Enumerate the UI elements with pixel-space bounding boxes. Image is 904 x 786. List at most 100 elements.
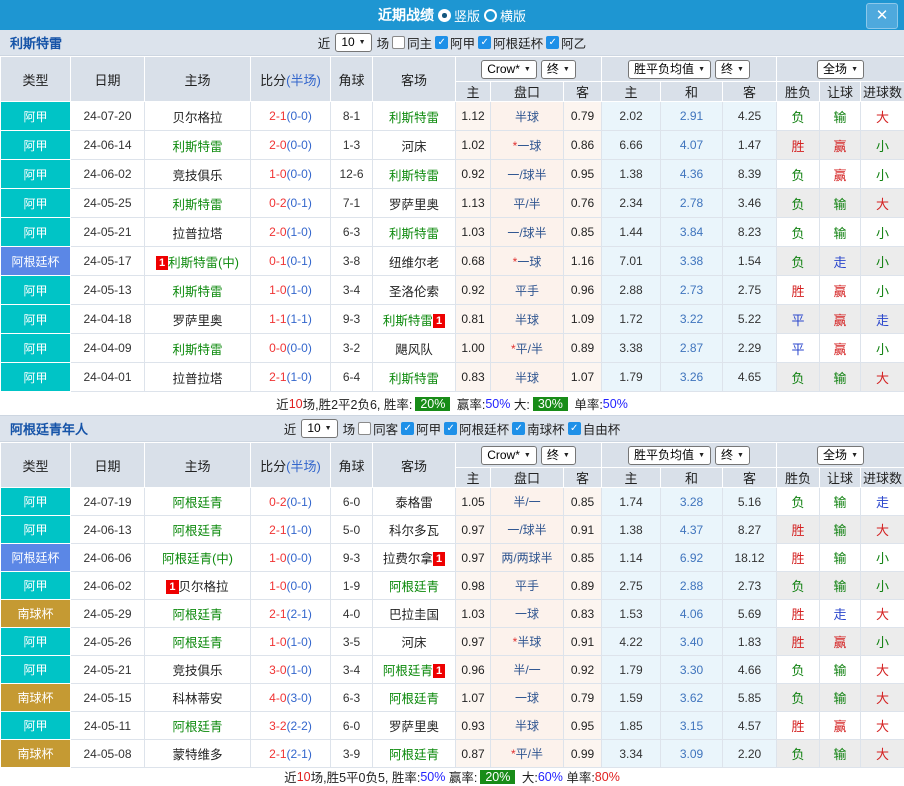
team-name-link[interactable]: 泰格雷 [395, 496, 433, 510]
filter-checkbox[interactable]: ✓阿甲 [435, 33, 475, 52]
column-header: 角球 [331, 57, 373, 102]
result-outcome-cell: 平 [777, 334, 820, 363]
team-name-link[interactable]: 阿根廷青 [172, 608, 222, 622]
filter-checkbox[interactable]: ✓阿根廷杯 [444, 419, 509, 438]
team-name-link[interactable]: 拉普拉塔 [172, 372, 222, 386]
filter-checkbox[interactable]: ✓阿乙 [546, 33, 586, 52]
radio-landscape[interactable]: 横版 [484, 6, 526, 25]
odds-home-cell: 0.97 [456, 628, 491, 656]
team-name-link[interactable]: 利斯特雷 [389, 111, 439, 125]
avg-home-cell: 2.02 [602, 102, 661, 131]
team-name-link[interactable]: 拉费尔拿 [383, 552, 433, 566]
team-name-link[interactable]: 阿根廷青 [389, 692, 439, 706]
team-name-link[interactable]: 利斯特雷(中) [168, 256, 239, 270]
result-goals-cell: 小 [861, 572, 904, 600]
team-name-link[interactable]: 利斯特雷 [389, 169, 439, 183]
checkbox-checked-icon[interactable]: ✓ [512, 422, 525, 435]
radio-portrait[interactable]: 竖版 [438, 6, 480, 25]
checkbox-checked-icon[interactable]: ✓ [435, 36, 448, 49]
filter-checkbox[interactable]: 同客 [358, 419, 398, 438]
handicap-cell: *平/半 [491, 740, 564, 768]
odds-company-select[interactable]: Crow*▼ [481, 446, 537, 465]
odds-home-cell: 0.96 [456, 656, 491, 684]
checkbox-checked-icon[interactable]: ✓ [568, 422, 581, 435]
team-name-link[interactable]: 蒙特维多 [172, 748, 222, 762]
team-name-link[interactable]: 阿根廷青 [172, 524, 222, 538]
filter-checkbox[interactable]: ✓阿根廷杯 [478, 33, 543, 52]
avg-draw-cell: 2.88 [661, 572, 723, 600]
team-name-link[interactable]: 飓风队 [395, 343, 433, 357]
rank-badge: 1 [166, 580, 178, 594]
checkbox-checked-icon[interactable]: ✓ [478, 36, 491, 49]
score-cell: 0-2(0-1) [251, 488, 331, 516]
odds-stage-select[interactable]: 终▼ [541, 60, 576, 79]
team-name-link[interactable]: 利斯特雷 [172, 198, 222, 212]
team-name-link[interactable]: 阿根廷青 [172, 720, 222, 734]
match-row: 南球杯24-05-08蒙特维多2-1(2-1)3-9阿根廷青0.87*平/半0.… [1, 740, 904, 768]
corner-cell: 6-3 [331, 218, 373, 247]
team-name-link[interactable]: 科林蒂安 [172, 692, 222, 706]
team-name-link[interactable]: 贝尔格拉 [172, 111, 222, 125]
team-name-link[interactable]: 阿根廷青 [383, 664, 433, 678]
team-name-link[interactable]: 利斯特雷 [389, 227, 439, 241]
filter-checkbox[interactable]: ✓自由杯 [568, 419, 621, 438]
odds-company-select[interactable]: Crow*▼ [481, 60, 537, 79]
checkbox-checked-icon[interactable]: ✓ [401, 422, 414, 435]
team-name-link[interactable]: 阿根廷青 [172, 496, 222, 510]
team-name-link[interactable]: 巴拉圭国 [389, 608, 439, 622]
team-name-link[interactable]: 贝尔格拉 [179, 580, 229, 594]
close-icon[interactable]: ✕ [866, 3, 898, 29]
checkbox-checked-icon[interactable]: ✓ [444, 422, 457, 435]
avg-type-select[interactable]: 胜平负均值▼ [628, 60, 711, 79]
avg-stage-select[interactable]: 终▼ [715, 60, 750, 79]
team-name-link[interactable]: 罗萨里奥 [172, 314, 222, 328]
team-name-link[interactable]: 圣洛伦索 [389, 285, 439, 299]
team-name-link[interactable]: 利斯特雷 [383, 314, 433, 328]
home-team-cell: 阿根廷青 [145, 628, 251, 656]
checkbox-unchecked-icon[interactable] [358, 422, 371, 435]
subcolumn-header: 进球数 [861, 82, 904, 102]
checkbox-checked-icon[interactable]: ✓ [546, 36, 559, 49]
score-cell: 1-0(1-0) [251, 276, 331, 305]
filter-checkbox[interactable]: ✓阿甲 [401, 419, 441, 438]
avg-stage-select[interactable]: 终▼ [715, 446, 750, 465]
recent-count-select[interactable]: 10▼ [301, 419, 337, 438]
result-handicap-cell: 输 [820, 656, 861, 684]
asterisk-mark: * [511, 342, 516, 356]
team-name-link[interactable]: 纽维尔老 [389, 256, 439, 270]
team-name-link[interactable]: 拉普拉塔 [172, 227, 222, 241]
away-team-cell: 利斯特雷 [373, 363, 456, 392]
team-name-link[interactable]: 阿根廷青 [172, 636, 222, 650]
recent-count-select[interactable]: 10▼ [335, 33, 371, 52]
team-name-link[interactable]: 罗萨里奥 [389, 720, 439, 734]
team-name-link[interactable]: 利斯特雷 [172, 343, 222, 357]
team-name-link[interactable]: 罗萨里奥 [389, 198, 439, 212]
home-team-cell: 竞技俱乐 [145, 656, 251, 684]
halftime-score: (0-1) [287, 254, 312, 268]
odds-stage-select[interactable]: 终▼ [541, 446, 576, 465]
team-name-link[interactable]: 利斯特雷 [389, 372, 439, 386]
team-name-link[interactable]: 利斯特雷 [172, 140, 222, 154]
checkbox-unchecked-icon[interactable] [392, 36, 405, 49]
date-cell: 24-05-15 [71, 684, 145, 712]
away-team-cell: 科尔多瓦 [373, 516, 456, 544]
team-name-link[interactable]: 阿根廷青(中) [162, 552, 233, 566]
team-name-link[interactable]: 竞技俱乐 [172, 664, 222, 678]
team-name-link[interactable]: 河床 [401, 140, 426, 154]
scope-select[interactable]: 全场▼ [817, 446, 864, 465]
filter-checkbox[interactable]: ✓南球杯 [512, 419, 565, 438]
avg-type-select[interactable]: 胜平负均值▼ [628, 446, 711, 465]
team-name-link[interactable]: 利斯特雷 [172, 285, 222, 299]
odds-away-cell: 0.95 [564, 160, 602, 189]
date-cell: 24-07-20 [71, 102, 145, 131]
scope-select[interactable]: 全场▼ [817, 60, 864, 79]
filter-checkbox[interactable]: 同主 [392, 33, 432, 52]
team-name-link[interactable]: 阿根廷青 [389, 580, 439, 594]
team-name-link[interactable]: 阿根廷青 [389, 748, 439, 762]
summary-segment: 单率: [571, 394, 603, 413]
result-outcome-cell: 负 [777, 247, 820, 276]
result-goals-cell: 大 [861, 656, 904, 684]
team-name-link[interactable]: 河床 [401, 636, 426, 650]
team-name-link[interactable]: 竞技俱乐 [172, 169, 222, 183]
team-name-link[interactable]: 科尔多瓦 [389, 524, 439, 538]
